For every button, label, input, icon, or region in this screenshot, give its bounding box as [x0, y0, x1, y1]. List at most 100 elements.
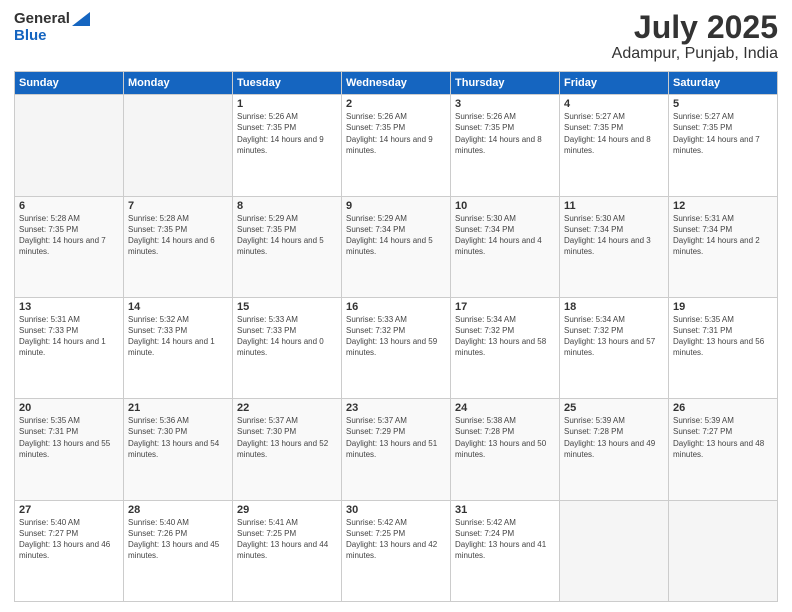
sunset-text: Sunset: 7:35 PM [237, 224, 337, 235]
page: General Blue July 2025 Adampur, Punjab, … [0, 0, 792, 612]
day-info: Sunrise: 5:28 AMSunset: 7:35 PMDaylight:… [19, 213, 119, 258]
day-number: 29 [237, 504, 337, 516]
day-number: 10 [455, 200, 555, 212]
day-info: Sunrise: 5:29 AMSunset: 7:34 PMDaylight:… [346, 213, 446, 258]
calendar-cell [669, 500, 778, 601]
daylight-text: Daylight: 14 hours and 3 minutes. [564, 235, 664, 257]
sunset-text: Sunset: 7:33 PM [128, 325, 228, 336]
calendar-cell: 29Sunrise: 5:41 AMSunset: 7:25 PMDayligh… [233, 500, 342, 601]
daylight-text: Daylight: 14 hours and 5 minutes. [237, 235, 337, 257]
calendar-cell [124, 95, 233, 196]
day-info: Sunrise: 5:32 AMSunset: 7:33 PMDaylight:… [128, 314, 228, 359]
day-number: 3 [455, 98, 555, 110]
calendar-week-row: 20Sunrise: 5:35 AMSunset: 7:31 PMDayligh… [15, 399, 778, 500]
sunset-text: Sunset: 7:26 PM [128, 528, 228, 539]
daylight-text: Daylight: 14 hours and 1 minute. [19, 336, 119, 358]
sunset-text: Sunset: 7:35 PM [673, 122, 773, 133]
weekday-header: Thursday [451, 72, 560, 95]
sunrise-text: Sunrise: 5:30 AM [455, 213, 555, 224]
sunset-text: Sunset: 7:35 PM [564, 122, 664, 133]
sunset-text: Sunset: 7:30 PM [128, 426, 228, 437]
day-number: 30 [346, 504, 446, 516]
calendar-cell: 21Sunrise: 5:36 AMSunset: 7:30 PMDayligh… [124, 399, 233, 500]
day-info: Sunrise: 5:26 AMSunset: 7:35 PMDaylight:… [237, 111, 337, 156]
day-info: Sunrise: 5:28 AMSunset: 7:35 PMDaylight:… [128, 213, 228, 258]
daylight-text: Daylight: 14 hours and 2 minutes. [673, 235, 773, 257]
day-number: 27 [19, 504, 119, 516]
title-block: July 2025 Adampur, Punjab, India [612, 10, 778, 63]
calendar-cell: 6Sunrise: 5:28 AMSunset: 7:35 PMDaylight… [15, 196, 124, 297]
daylight-text: Daylight: 13 hours and 59 minutes. [346, 336, 446, 358]
sunset-text: Sunset: 7:27 PM [673, 426, 773, 437]
calendar-week-row: 6Sunrise: 5:28 AMSunset: 7:35 PMDaylight… [15, 196, 778, 297]
sunset-text: Sunset: 7:33 PM [19, 325, 119, 336]
daylight-text: Daylight: 13 hours and 42 minutes. [346, 539, 446, 561]
calendar-cell [15, 95, 124, 196]
sunset-text: Sunset: 7:35 PM [19, 224, 119, 235]
day-info: Sunrise: 5:36 AMSunset: 7:30 PMDaylight:… [128, 415, 228, 460]
calendar-cell: 22Sunrise: 5:37 AMSunset: 7:30 PMDayligh… [233, 399, 342, 500]
calendar-cell: 23Sunrise: 5:37 AMSunset: 7:29 PMDayligh… [342, 399, 451, 500]
calendar-cell: 26Sunrise: 5:39 AMSunset: 7:27 PMDayligh… [669, 399, 778, 500]
sunset-text: Sunset: 7:24 PM [455, 528, 555, 539]
day-info: Sunrise: 5:41 AMSunset: 7:25 PMDaylight:… [237, 517, 337, 562]
sunset-text: Sunset: 7:30 PM [237, 426, 337, 437]
calendar-cell: 10Sunrise: 5:30 AMSunset: 7:34 PMDayligh… [451, 196, 560, 297]
sunset-text: Sunset: 7:34 PM [346, 224, 446, 235]
day-number: 8 [237, 200, 337, 212]
daylight-text: Daylight: 13 hours and 50 minutes. [455, 438, 555, 460]
day-number: 26 [673, 402, 773, 414]
calendar-cell: 12Sunrise: 5:31 AMSunset: 7:34 PMDayligh… [669, 196, 778, 297]
sunrise-text: Sunrise: 5:26 AM [237, 111, 337, 122]
day-number: 7 [128, 200, 228, 212]
calendar-cell: 15Sunrise: 5:33 AMSunset: 7:33 PMDayligh… [233, 297, 342, 398]
calendar-cell: 19Sunrise: 5:35 AMSunset: 7:31 PMDayligh… [669, 297, 778, 398]
calendar-cell: 13Sunrise: 5:31 AMSunset: 7:33 PMDayligh… [15, 297, 124, 398]
day-info: Sunrise: 5:33 AMSunset: 7:33 PMDaylight:… [237, 314, 337, 359]
sunset-text: Sunset: 7:31 PM [19, 426, 119, 437]
sunset-text: Sunset: 7:31 PM [673, 325, 773, 336]
day-number: 28 [128, 504, 228, 516]
sunrise-text: Sunrise: 5:37 AM [237, 415, 337, 426]
day-info: Sunrise: 5:29 AMSunset: 7:35 PMDaylight:… [237, 213, 337, 258]
daylight-text: Daylight: 13 hours and 58 minutes. [455, 336, 555, 358]
day-number: 5 [673, 98, 773, 110]
day-number: 2 [346, 98, 446, 110]
day-number: 14 [128, 301, 228, 313]
sunset-text: Sunset: 7:35 PM [237, 122, 337, 133]
daylight-text: Daylight: 14 hours and 6 minutes. [128, 235, 228, 257]
logo: General Blue [14, 10, 90, 45]
calendar-cell: 25Sunrise: 5:39 AMSunset: 7:28 PMDayligh… [560, 399, 669, 500]
sunset-text: Sunset: 7:35 PM [128, 224, 228, 235]
day-number: 15 [237, 301, 337, 313]
sunrise-text: Sunrise: 5:39 AM [673, 415, 773, 426]
sunrise-text: Sunrise: 5:38 AM [455, 415, 555, 426]
day-number: 16 [346, 301, 446, 313]
sunrise-text: Sunrise: 5:37 AM [346, 415, 446, 426]
sunrise-text: Sunrise: 5:28 AM [128, 213, 228, 224]
logo-icon [72, 12, 90, 26]
day-number: 18 [564, 301, 664, 313]
sunrise-text: Sunrise: 5:35 AM [673, 314, 773, 325]
sunrise-text: Sunrise: 5:26 AM [455, 111, 555, 122]
daylight-text: Daylight: 13 hours and 55 minutes. [19, 438, 119, 460]
day-info: Sunrise: 5:35 AMSunset: 7:31 PMDaylight:… [673, 314, 773, 359]
calendar-cell: 24Sunrise: 5:38 AMSunset: 7:28 PMDayligh… [451, 399, 560, 500]
weekday-header: Saturday [669, 72, 778, 95]
calendar-cell: 8Sunrise: 5:29 AMSunset: 7:35 PMDaylight… [233, 196, 342, 297]
sunrise-text: Sunrise: 5:29 AM [346, 213, 446, 224]
calendar-cell: 28Sunrise: 5:40 AMSunset: 7:26 PMDayligh… [124, 500, 233, 601]
sunset-text: Sunset: 7:32 PM [455, 325, 555, 336]
daylight-text: Daylight: 14 hours and 5 minutes. [346, 235, 446, 257]
sunrise-text: Sunrise: 5:32 AM [128, 314, 228, 325]
sunset-text: Sunset: 7:25 PM [237, 528, 337, 539]
sunrise-text: Sunrise: 5:33 AM [346, 314, 446, 325]
day-number: 31 [455, 504, 555, 516]
daylight-text: Daylight: 14 hours and 9 minutes. [237, 134, 337, 156]
day-info: Sunrise: 5:38 AMSunset: 7:28 PMDaylight:… [455, 415, 555, 460]
sunrise-text: Sunrise: 5:35 AM [19, 415, 119, 426]
day-number: 9 [346, 200, 446, 212]
logo-general-text: General [14, 10, 70, 27]
sunrise-text: Sunrise: 5:31 AM [19, 314, 119, 325]
daylight-text: Daylight: 14 hours and 4 minutes. [455, 235, 555, 257]
